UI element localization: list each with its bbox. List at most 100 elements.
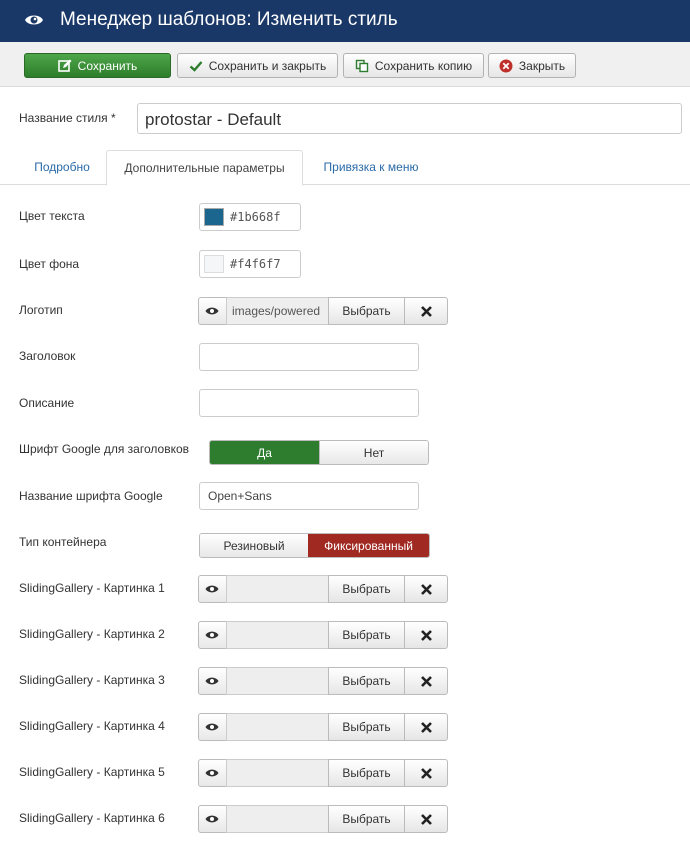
close-icon bbox=[421, 676, 432, 687]
logo-media-field: images/powered Выбрать bbox=[198, 297, 448, 325]
toolbar: Сохранить Сохранить и закрыть Сохранить … bbox=[0, 42, 690, 87]
gallery-preview-button[interactable] bbox=[198, 667, 227, 695]
gallery-image-label: SlidingGallery - Картинка 2 bbox=[19, 627, 165, 641]
gallery-image-label: SlidingGallery - Картинка 3 bbox=[19, 673, 165, 687]
gallery-clear-button[interactable] bbox=[404, 575, 448, 603]
logo-select-button[interactable]: Выбрать bbox=[328, 297, 405, 325]
cancel-icon bbox=[499, 59, 513, 72]
page-title: Менеджер шаблонов: Изменить стиль bbox=[60, 9, 398, 30]
gallery-media-field: Выбрать bbox=[198, 621, 448, 649]
eye-icon bbox=[205, 307, 219, 315]
gallery-path-input[interactable] bbox=[226, 621, 329, 649]
google-font-yes[interactable]: Да bbox=[210, 441, 319, 464]
checkmark-icon bbox=[189, 60, 203, 72]
save-button[interactable]: Сохранить bbox=[24, 53, 171, 78]
gallery-preview-button[interactable] bbox=[198, 805, 227, 833]
save-as-copy-button[interactable]: Сохранить копию bbox=[343, 53, 484, 78]
description-label: Описание bbox=[19, 396, 75, 410]
gallery-preview-button[interactable] bbox=[198, 759, 227, 787]
tab-advanced[interactable]: Дополнительные параметры bbox=[106, 150, 303, 186]
eye-icon bbox=[205, 585, 219, 593]
google-font-toggle: Да Нет bbox=[209, 440, 429, 465]
gallery-path-input[interactable] bbox=[226, 759, 329, 787]
logo-clear-button[interactable] bbox=[404, 297, 448, 325]
gallery-path-input[interactable] bbox=[226, 805, 329, 833]
google-font-name-label: Название шрифта Google bbox=[19, 489, 163, 503]
logo-preview-button[interactable] bbox=[198, 297, 227, 325]
gallery-clear-button[interactable] bbox=[404, 805, 448, 833]
close-icon bbox=[421, 768, 432, 779]
gallery-select-button[interactable]: Выбрать bbox=[328, 575, 405, 603]
gallery-path-input[interactable] bbox=[226, 575, 329, 603]
text-color-field[interactable]: #1b668f bbox=[199, 203, 301, 231]
gallery-preview-button[interactable] bbox=[198, 621, 227, 649]
gallery-select-button[interactable]: Выбрать bbox=[328, 759, 405, 787]
gallery-preview-button[interactable] bbox=[198, 575, 227, 603]
eye-icon bbox=[205, 677, 219, 685]
eye-icon bbox=[205, 723, 219, 731]
gallery-image-label: SlidingGallery - Картинка 1 bbox=[19, 581, 165, 595]
gallery-clear-button[interactable] bbox=[404, 713, 448, 741]
copy-icon bbox=[355, 59, 369, 72]
text-color-label: Цвет текста bbox=[19, 209, 85, 223]
gallery-media-field: Выбрать bbox=[198, 759, 448, 787]
text-color-swatch[interactable] bbox=[204, 208, 224, 226]
container-type-label: Тип контейнера bbox=[19, 535, 107, 549]
logo-path-input[interactable]: images/powered bbox=[226, 297, 329, 325]
tab-details[interactable]: Подробно bbox=[19, 150, 105, 185]
title-input[interactable] bbox=[199, 343, 419, 371]
google-font-label: Шрифт Google для заголовков bbox=[19, 442, 189, 456]
tab-menu-assignment[interactable]: Привязка к меню bbox=[306, 150, 436, 185]
close-icon bbox=[421, 306, 432, 317]
style-name-label: Название стиля * bbox=[19, 111, 116, 125]
page-header: Менеджер шаблонов: Изменить стиль bbox=[0, 0, 690, 42]
gallery-image-label: SlidingGallery - Картинка 6 bbox=[19, 811, 165, 825]
gallery-media-field: Выбрать bbox=[198, 667, 448, 695]
text-color-value: #1b668f bbox=[230, 210, 281, 224]
logo-label: Логотип bbox=[19, 303, 63, 317]
container-fluid-option[interactable]: Резиновый bbox=[200, 534, 309, 557]
close-label: Закрыть bbox=[518, 58, 566, 73]
gallery-select-button[interactable]: Выбрать bbox=[328, 621, 405, 649]
bg-color-value: #f4f6f7 bbox=[230, 257, 281, 271]
edit-icon bbox=[57, 59, 72, 72]
gallery-select-button[interactable]: Выбрать bbox=[328, 805, 405, 833]
style-name-input[interactable]: protostar - Default bbox=[137, 103, 682, 134]
gallery-image-label: SlidingGallery - Картинка 5 bbox=[19, 765, 165, 779]
close-icon bbox=[421, 722, 432, 733]
bg-color-swatch[interactable] bbox=[204, 255, 224, 273]
gallery-select-button[interactable]: Выбрать bbox=[328, 667, 405, 695]
gallery-clear-button[interactable] bbox=[404, 759, 448, 787]
gallery-image-label: SlidingGallery - Картинка 4 bbox=[19, 719, 165, 733]
save-and-close-button[interactable]: Сохранить и закрыть bbox=[177, 53, 338, 78]
gallery-preview-button[interactable] bbox=[198, 713, 227, 741]
gallery-clear-button[interactable] bbox=[404, 667, 448, 695]
close-icon bbox=[421, 630, 432, 641]
save-label: Сохранить bbox=[77, 58, 138, 73]
bg-color-label: Цвет фона bbox=[19, 257, 80, 271]
save-and-close-label: Сохранить и закрыть bbox=[208, 58, 327, 73]
close-icon bbox=[421, 584, 432, 595]
container-type-toggle: Резиновый Фиксированный bbox=[199, 533, 430, 558]
eye-icon bbox=[205, 769, 219, 777]
tab-bar: Подробно Дополнительные параметры Привяз… bbox=[0, 150, 690, 186]
eye-icon bbox=[205, 631, 219, 639]
gallery-select-button[interactable]: Выбрать bbox=[328, 713, 405, 741]
gallery-path-input[interactable] bbox=[226, 667, 329, 695]
gallery-media-field: Выбрать bbox=[198, 805, 448, 833]
google-font-no[interactable]: Нет bbox=[319, 441, 428, 464]
close-icon bbox=[421, 814, 432, 825]
bg-color-field[interactable]: #f4f6f7 bbox=[199, 250, 301, 278]
gallery-clear-button[interactable] bbox=[404, 621, 448, 649]
close-button[interactable]: Закрыть bbox=[488, 53, 576, 78]
gallery-media-field: Выбрать bbox=[198, 575, 448, 603]
title-label: Заголовок bbox=[19, 349, 76, 363]
description-input[interactable] bbox=[199, 389, 419, 417]
gallery-path-input[interactable] bbox=[226, 713, 329, 741]
eye-icon bbox=[205, 815, 219, 823]
eye-icon bbox=[25, 15, 43, 25]
gallery-media-field: Выбрать bbox=[198, 713, 448, 741]
google-font-name-input[interactable]: Open+Sans bbox=[199, 482, 419, 510]
save-as-copy-label: Сохранить копию bbox=[374, 58, 473, 73]
container-fixed-option[interactable]: Фиксированный bbox=[308, 534, 429, 557]
